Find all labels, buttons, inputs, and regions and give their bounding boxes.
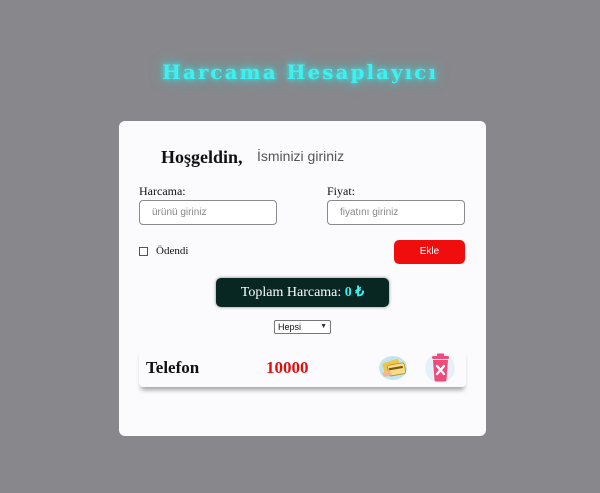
price-input[interactable] [327,200,465,225]
expense-label: Harcama: [139,184,186,198]
total-label: Toplam Harcama: [240,285,342,300]
expense-name: Telefon [146,358,200,377]
chevron-down-icon: ▼ [320,323,327,330]
currency-symbol: ₺ [355,285,365,300]
filter-selected: Hepsi [278,322,302,332]
expense-card: Hoşgeldin, Harcama: Fiyat: Ödendi Ekle T… [119,121,486,436]
app-title: Harcama Hesaplayıcı [162,60,438,84]
expense-price: 10000 [266,358,309,377]
expense-row: Telefon 10000 [139,349,466,387]
price-label: Fiyat: [327,184,356,198]
trash-icon[interactable] [424,351,457,384]
total-value: 0 [344,285,352,300]
paid-row: Ödendi [139,245,188,257]
welcome-text: Hoşgeldin, [161,147,243,167]
expense-input[interactable] [139,200,277,225]
filter-select[interactable]: Hepsi ▼ [274,320,331,334]
payment-cards-icon[interactable] [378,353,410,381]
total-display: Toplam Harcama: 0 ₺ [216,278,389,307]
paid-checkbox[interactable] [139,246,148,256]
name-input[interactable] [251,143,413,169]
paid-label: Ödendi [156,245,189,257]
add-button[interactable]: Ekle [394,240,465,264]
